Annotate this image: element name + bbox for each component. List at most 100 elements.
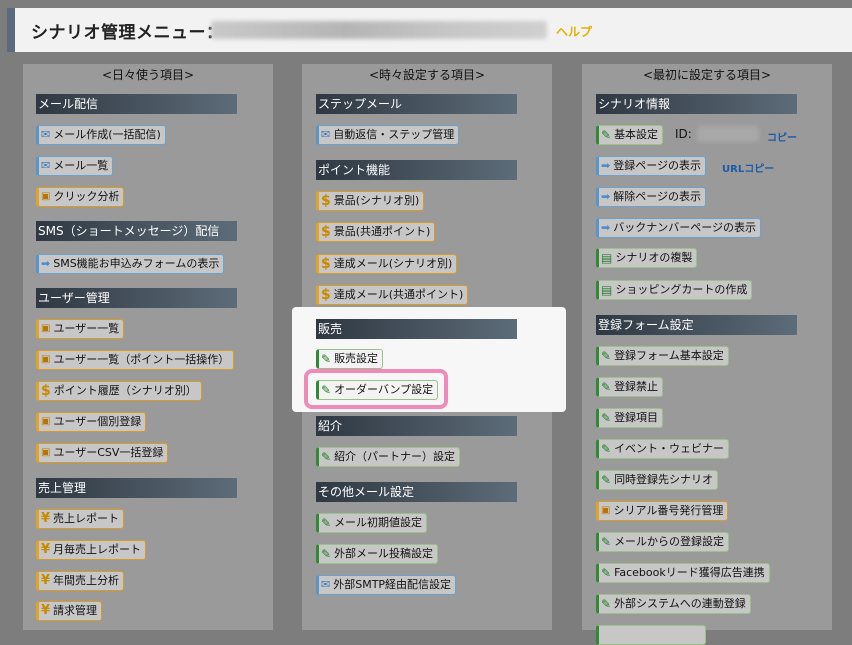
- external-mail-label: 外部メール投稿設定: [334, 547, 434, 560]
- dollar-icon: $: [321, 193, 331, 209]
- pencil-icon: ✎: [601, 411, 612, 425]
- serial-number-button[interactable]: ▣ シリアル番号発行管理: [596, 501, 729, 521]
- user-register-button[interactable]: ▣ ユーザー個別登録: [36, 412, 147, 432]
- pencil-icon: ✎: [601, 597, 612, 611]
- register-page-label: 登録ページの表示: [613, 159, 701, 172]
- highlight-ring: [304, 369, 448, 409]
- column-heading: <日々使う項目>: [101, 68, 195, 82]
- achieve-scenario-button[interactable]: $ 達成メール(シナリオ別): [316, 254, 458, 274]
- user-bulk-label: ユーザー一覧（ポイント一括操作）: [53, 353, 230, 366]
- click-analysis-label: クリック分析: [53, 190, 120, 203]
- mail-list-button[interactable]: ✉ メール一覧: [36, 156, 114, 176]
- form-items-button[interactable]: ✎ 登録項目: [596, 408, 664, 428]
- achieve-common-label: 達成メール(共通ポイント): [333, 288, 464, 301]
- sms-form-label: SMS機能お申込みフォームの表示: [53, 257, 220, 270]
- section-sales: 販売: [316, 319, 517, 339]
- billing-button[interactable]: ¥ 請求管理: [36, 601, 103, 621]
- mail-initial-label: メール初期値設定: [334, 516, 423, 529]
- scenario-name-redacted: [211, 21, 547, 39]
- arrow-right-icon: ➡: [41, 257, 51, 270]
- yen-icon: ¥: [41, 511, 51, 526]
- pencil-icon: ✎: [601, 566, 612, 580]
- cancel-page-button[interactable]: ➡ 解除ページの表示: [596, 187, 706, 207]
- achieve-scenario-label: 達成メール(シナリオ別): [333, 257, 453, 270]
- partial-button[interactable]: [596, 625, 706, 645]
- user-card-icon: ▣: [41, 191, 51, 202]
- prize-scenario-button[interactable]: $ 景品(シナリオ別): [316, 191, 425, 211]
- event-webinar-button[interactable]: ✎ イベント・ウェビナー: [596, 439, 730, 459]
- auto-reply-button[interactable]: ✉ 自動返信・ステップ管理: [316, 125, 460, 145]
- billing-label: 請求管理: [53, 604, 98, 617]
- register-page-button[interactable]: ➡ 登録ページの表示: [596, 156, 706, 176]
- help-link[interactable]: ヘルプ: [556, 23, 592, 40]
- yearly-analysis-button[interactable]: ¥ 年間売上分析: [36, 571, 125, 591]
- user-card-icon: ▣: [601, 505, 611, 516]
- simultaneous-button[interactable]: ✎ 同時登録先シナリオ: [596, 470, 719, 490]
- yen-icon: ¥: [41, 573, 51, 588]
- dollar-icon: $: [321, 287, 331, 303]
- user-list-button[interactable]: ▣ ユーザー一覧: [36, 319, 125, 339]
- arrow-right-icon: ➡: [601, 190, 611, 203]
- referral-partner-button[interactable]: ✎ 紹介（パートナー）設定: [316, 447, 461, 467]
- user-card-icon: ▣: [41, 416, 51, 427]
- cart-create-label: ショッピングカートの作成: [615, 283, 748, 296]
- copy-id-link[interactable]: コピー: [767, 129, 797, 144]
- prize-common-button[interactable]: $ 景品(共通ポイント): [316, 222, 436, 242]
- external-mail-button[interactable]: ✎ 外部メール投稿設定: [316, 544, 439, 564]
- section-point: ポイント機能: [316, 160, 517, 180]
- facebook-leads-button[interactable]: ✎ Facebookリード獲得広告連携: [596, 563, 770, 583]
- section-other-mail: その他メール設定: [316, 482, 517, 502]
- point-history-label: ポイント履歴（シナリオ別）: [53, 384, 197, 397]
- backnumber-page-label: バックナンバーページの表示: [613, 221, 756, 234]
- url-copy-link[interactable]: URLコピー: [722, 160, 774, 175]
- auto-reply-label: 自動返信・ステップ管理: [333, 128, 455, 141]
- pencil-icon: ✎: [321, 547, 332, 561]
- backnumber-page-button[interactable]: ➡ バックナンバーページの表示: [596, 218, 761, 238]
- point-history-button[interactable]: $ ポイント履歴（シナリオ別）: [36, 381, 202, 401]
- section-mail-delivery: メール配信: [36, 94, 237, 114]
- mail-initial-button[interactable]: ✎ メール初期値設定: [316, 513, 428, 533]
- click-analysis-button[interactable]: ▣ クリック分析: [36, 187, 125, 207]
- section-step-mail: ステップメール: [316, 94, 517, 114]
- pencil-icon: ✎: [601, 535, 612, 549]
- column-heading: <時々設定する項目>: [368, 68, 486, 82]
- cart-create-button[interactable]: ▤ ショッピングカートの作成: [596, 280, 753, 300]
- mail-list-label: メール一覧: [53, 159, 109, 172]
- section-scenario-info: シナリオ情報: [596, 94, 797, 114]
- yen-icon: ¥: [41, 542, 51, 557]
- register-from-mail-button[interactable]: ✎ メールからの登録設定: [596, 532, 730, 552]
- pencil-icon: ✎: [601, 442, 612, 456]
- header-bar: シナリオ管理メニュー： ヘルプ: [7, 8, 852, 52]
- achieve-common-button[interactable]: $ 達成メール(共通ポイント): [316, 285, 469, 305]
- form-ban-button[interactable]: ✎ 登録禁止: [596, 377, 664, 397]
- referral-partner-label: 紹介（パートナー）設定: [334, 450, 456, 463]
- sales-report-button[interactable]: ¥ 売上レポート: [36, 509, 125, 529]
- form-basic-button[interactable]: ✎ 登録フォーム基本設定: [596, 346, 729, 366]
- section-sms: SMS（ショートメッセージ）配信: [36, 221, 237, 241]
- document-icon: ▤: [601, 251, 613, 265]
- external-system-label: 外部システムへの連動登録: [614, 597, 746, 610]
- external-system-button[interactable]: ✎ 外部システムへの連動登録: [596, 594, 751, 614]
- user-card-icon: ▣: [41, 323, 51, 334]
- cancel-page-label: 解除ページの表示: [613, 190, 701, 203]
- basic-settings-button[interactable]: ✎ 基本設定: [596, 125, 664, 145]
- mail-create-button[interactable]: ✉ メール作成(一括配信): [36, 125, 166, 145]
- arrow-right-icon: ➡: [601, 159, 611, 172]
- scenario-copy-button[interactable]: ▤ シナリオの複製: [596, 248, 698, 268]
- user-register-label: ユーザー個別登録: [53, 415, 142, 428]
- sales-settings-button[interactable]: ✎ 販売設定: [316, 349, 384, 369]
- section-user-management: ユーザー管理: [36, 288, 237, 308]
- sms-form-button[interactable]: ➡ SMS機能お申込みフォームの表示: [36, 254, 225, 274]
- user-bulk-button[interactable]: ▣ ユーザー一覧（ポイント一括操作）: [36, 350, 235, 370]
- event-webinar-label: イベント・ウェビナー: [614, 442, 725, 455]
- form-basic-label: 登録フォーム基本設定: [614, 349, 724, 362]
- external-smtp-button[interactable]: ✉ 外部SMTP経由配信設定: [316, 575, 457, 595]
- serial-number-label: シリアル番号発行管理: [613, 504, 724, 517]
- monthly-report-button[interactable]: ¥ 月毎売上レポート: [36, 540, 147, 560]
- user-csv-button[interactable]: ▣ ユーザーCSV一括登録: [36, 443, 169, 463]
- facebook-leads-label: Facebookリード獲得広告連携: [614, 566, 765, 579]
- pencil-icon: ✎: [601, 128, 612, 142]
- dollar-icon: $: [41, 383, 51, 399]
- simultaneous-label: 同時登録先シナリオ: [614, 473, 714, 486]
- user-csv-label: ユーザーCSV一括登録: [53, 446, 164, 459]
